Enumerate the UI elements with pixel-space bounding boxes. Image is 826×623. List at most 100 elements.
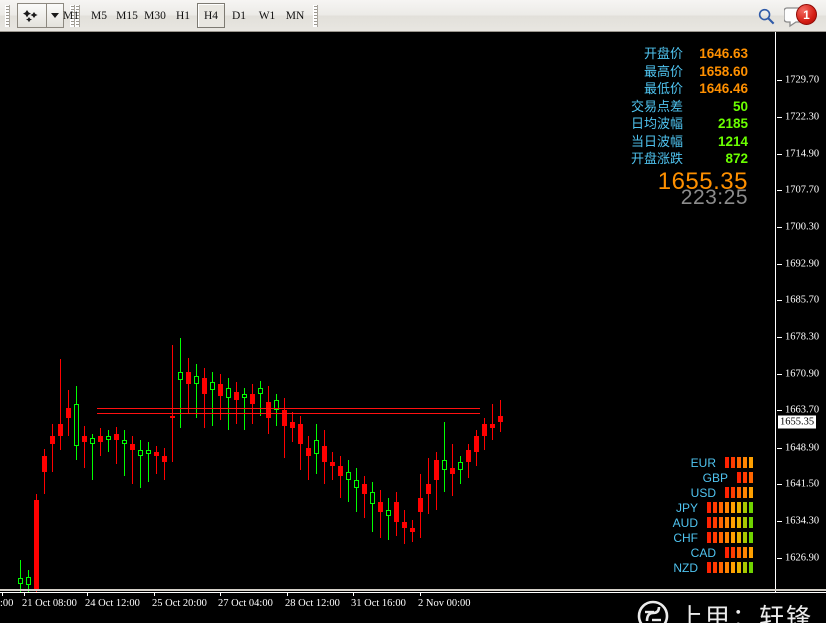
- currency-code: GBP: [702, 470, 728, 485]
- candle-body: [434, 460, 439, 480]
- chart-symbols-icon: [23, 9, 38, 22]
- candle-wick: [108, 430, 109, 452]
- price-tick: [777, 448, 782, 449]
- candle-wick: [252, 384, 253, 424]
- currency-code: EUR: [690, 455, 716, 470]
- candle-wick: [60, 359, 61, 450]
- time-tick-label: :00: [0, 598, 14, 609]
- candle-wick: [116, 427, 117, 464]
- strength-bar: [749, 487, 753, 498]
- strength-bar: [707, 562, 711, 573]
- candle-body: [330, 462, 335, 466]
- currency-strength-meter: EUR GBP USD JPY AUD CHF CAD NZD: [664, 455, 753, 575]
- strength-bar: [743, 502, 747, 513]
- info-row: 当日波幅 1214: [631, 134, 748, 152]
- timeframe-m1[interactable]: M1: [57, 3, 85, 28]
- info-value: 1214: [717, 133, 748, 149]
- timeframe-h4[interactable]: H4: [197, 3, 225, 28]
- currency-code: CHF: [673, 530, 698, 545]
- candle-wick: [492, 404, 493, 440]
- timeframe-m5[interactable]: M5: [85, 3, 113, 28]
- price-tick-label: 1678.30: [785, 331, 820, 343]
- time-axis-line: [0, 592, 826, 593]
- toolbar-grip[interactable]: [5, 5, 10, 27]
- strength-bar: [731, 547, 735, 558]
- timeframe-m30[interactable]: M30: [141, 3, 169, 28]
- timeframe-h1[interactable]: H1: [169, 3, 197, 28]
- candle-body: [266, 402, 271, 418]
- bar-countdown-timer: 223:25: [680, 186, 748, 209]
- candle-body: [410, 528, 415, 532]
- candle-wick: [172, 345, 173, 462]
- candle-body: [242, 394, 247, 398]
- timeframe-m15[interactable]: M15: [113, 3, 141, 28]
- candle-body: [34, 500, 39, 590]
- strength-bar: [707, 502, 711, 513]
- time-tick: [220, 592, 221, 596]
- candle-wick: [212, 372, 213, 426]
- horizontal-level-line[interactable]: [97, 408, 480, 409]
- watermark-text: 上甲：轩锋: [678, 603, 814, 623]
- timeframe-mn[interactable]: MN: [281, 3, 309, 28]
- time-tick: [87, 592, 88, 596]
- price-axis[interactable]: 1729.70 1722.30 1714.90 1707.70 1700.30 1692.…: [775, 32, 826, 592]
- candle-wick: [444, 422, 445, 492]
- candle-body: [58, 424, 63, 436]
- currency-code: CAD: [690, 545, 716, 560]
- candle-wick: [156, 446, 157, 474]
- strength-bar: [737, 547, 741, 558]
- candle-body: [162, 456, 167, 462]
- info-value: 1646.46: [699, 81, 748, 96]
- candle-body: [354, 480, 359, 488]
- timeframe-d1[interactable]: D1: [225, 3, 253, 28]
- notification-badge[interactable]: 1: [796, 4, 817, 25]
- info-label: 日均波幅: [630, 117, 683, 132]
- price-tick-label: 1634.30: [785, 515, 820, 527]
- strength-bar: [725, 547, 729, 558]
- strength-bar: [749, 532, 753, 543]
- currency-code: NZD: [673, 560, 698, 575]
- candle-wick: [228, 378, 229, 430]
- price-tick-label: 1626.90: [785, 552, 820, 564]
- timeframe-w1[interactable]: W1: [253, 3, 281, 28]
- toolbar-grip-4[interactable]: [313, 5, 318, 27]
- candle-body: [258, 388, 263, 394]
- candle-wick: [204, 368, 205, 428]
- strength-bar: [743, 532, 747, 543]
- candle-wick: [284, 398, 285, 458]
- candle-body: [378, 502, 383, 512]
- strength-bars: [737, 472, 753, 483]
- candle-body: [370, 492, 375, 504]
- strength-bar: [737, 457, 741, 468]
- candle-body: [322, 446, 327, 462]
- time-tick-label: 2 Nov 00:00: [418, 598, 471, 609]
- strength-bar: [749, 472, 753, 483]
- info-row: 开盘价 1646.63: [631, 46, 748, 64]
- chart-symbols-button[interactable]: [17, 3, 47, 28]
- chart-area[interactable]: 1729.70 1722.30 1714.90 1707.70 1700.30 1692.…: [0, 32, 826, 623]
- candle-body: [26, 577, 31, 585]
- currency-strength-row: EUR: [664, 455, 753, 470]
- price-tick: [777, 300, 782, 301]
- price-tick: [777, 117, 782, 118]
- candle-body: [50, 436, 55, 444]
- magnifier-icon[interactable]: [757, 7, 776, 26]
- strength-bar: [737, 502, 741, 513]
- candle-wick: [348, 460, 349, 502]
- candle-wick: [180, 338, 181, 428]
- time-tick-label: 21 Oct 08:00: [22, 598, 77, 609]
- strength-bar: [713, 532, 717, 543]
- candle-body: [466, 450, 471, 462]
- candle-wick: [332, 452, 333, 480]
- candle-body: [314, 440, 319, 454]
- candle-body: [138, 450, 143, 456]
- strength-bar: [719, 532, 723, 543]
- candle-wick: [356, 468, 357, 512]
- time-tick-label: 28 Oct 12:00: [285, 598, 340, 609]
- price-tick-label: 1729.70: [785, 74, 820, 86]
- candle-wick: [460, 456, 461, 484]
- time-tick: [154, 592, 155, 596]
- horizontal-level-line[interactable]: [97, 413, 480, 414]
- info-row: 开盘涨跌 872: [631, 151, 748, 169]
- strength-bar: [749, 547, 753, 558]
